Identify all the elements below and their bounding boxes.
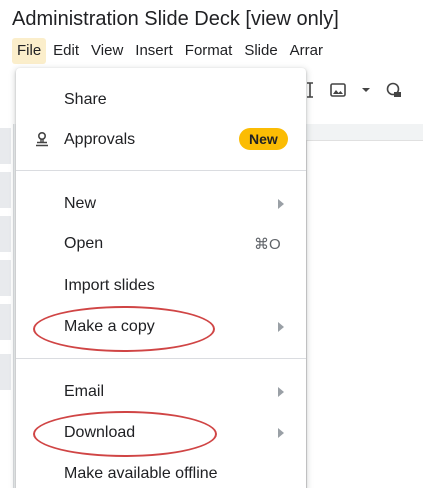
submenu-arrow-icon (278, 387, 284, 397)
slide-thumbnail[interactable] (0, 216, 11, 252)
document-title[interactable]: Administration Slide Deck [view only] (12, 6, 339, 32)
new-badge: New (239, 128, 288, 150)
menu-item-open[interactable]: Open ⌘O (16, 226, 306, 262)
menu-item-label: Share (64, 91, 107, 108)
menu-item-label: Approvals (64, 131, 136, 148)
approvals-icon (32, 130, 52, 150)
slide-thumbnail-panel[interactable] (0, 124, 14, 488)
menu-item-label: Make available offline (64, 465, 218, 482)
menu-item-email[interactable]: Email (16, 374, 306, 410)
menu-arrange[interactable]: Arrar (285, 38, 328, 64)
shortcut-label: ⌘O (254, 236, 281, 253)
annotation-oval-make-a-copy (33, 306, 215, 352)
menu-view[interactable]: View (86, 38, 128, 64)
menu-item-label: Import slides (64, 277, 155, 294)
slide-thumbnail[interactable] (0, 172, 11, 208)
menu-edit[interactable]: Edit (48, 38, 84, 64)
slide-thumbnail[interactable] (0, 304, 11, 340)
slide-thumbnail[interactable] (0, 128, 11, 164)
slide-thumbnail[interactable] (0, 260, 11, 296)
shape-icon[interactable] (384, 80, 404, 100)
submenu-arrow-icon (278, 199, 284, 209)
insert-image-icon[interactable] (328, 80, 348, 100)
chevron-down-icon[interactable] (356, 80, 376, 100)
submenu-arrow-icon (278, 322, 284, 332)
slide-canvas[interactable] (306, 140, 423, 488)
menu-item-import-slides[interactable]: Import slides (16, 268, 306, 304)
menu-item-new[interactable]: New (16, 186, 306, 222)
menu-format[interactable]: Format (180, 38, 238, 64)
menu-item-make-available-offline[interactable]: Make available offline (16, 456, 306, 488)
menu-item-label: Open (64, 235, 104, 252)
menu-file[interactable]: File (12, 38, 47, 64)
menu-divider (16, 358, 306, 359)
submenu-arrow-icon (278, 428, 284, 438)
annotation-oval-download (33, 411, 217, 457)
menu-item-share[interactable]: Share (16, 82, 306, 118)
menu-slide[interactable]: Slide (239, 38, 282, 64)
menu-item-label: New (64, 195, 97, 212)
menu-insert[interactable]: Insert (130, 38, 178, 64)
menu-divider (16, 170, 306, 171)
menu-item-label: Email (64, 383, 105, 400)
slide-thumbnail[interactable] (0, 354, 11, 390)
menu-bar: File Edit View Insert Format Slide Arrar (12, 38, 330, 64)
menu-item-approvals[interactable]: Approvals New (16, 122, 306, 158)
toolbar-strip (300, 80, 404, 100)
